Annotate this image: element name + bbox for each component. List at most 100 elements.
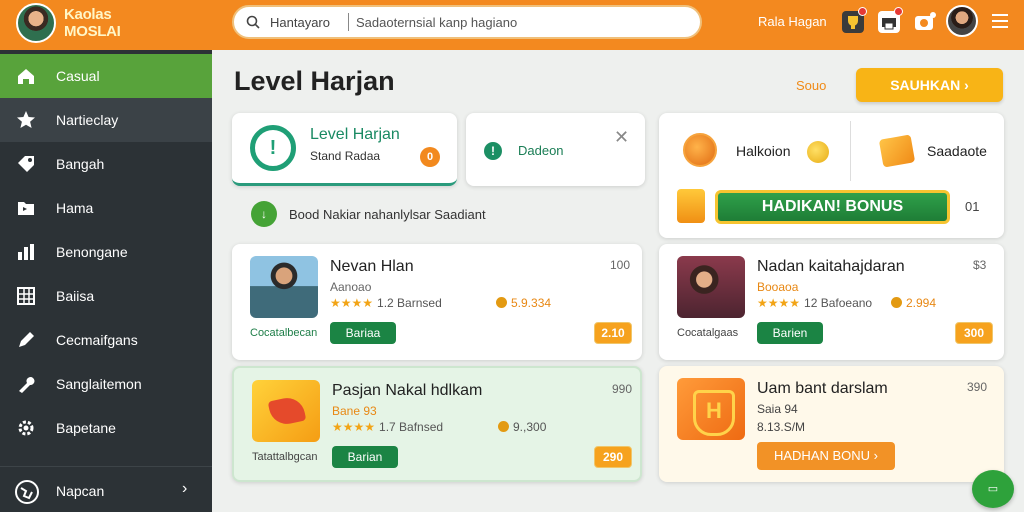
sidebar-item-label: Bapetane bbox=[56, 420, 116, 436]
level-badge: 0 bbox=[420, 147, 440, 167]
download-icon: ↓ bbox=[251, 201, 277, 227]
close-icon[interactable]: ✕ bbox=[614, 127, 629, 148]
level-subtitle: Stand Radaa bbox=[310, 149, 381, 163]
game-thumbnail bbox=[252, 380, 320, 442]
game-title: Pasjan Nakal hdlkam bbox=[332, 382, 483, 399]
home-icon bbox=[18, 69, 34, 84]
sidebar-item-7[interactable]: Cecmaifgans bbox=[0, 318, 212, 362]
search-query[interactable]: Hantayaro bbox=[270, 15, 330, 30]
sidebar-item-label: Hama bbox=[56, 200, 94, 216]
wrench-icon bbox=[19, 377, 35, 393]
game-card[interactable]: Nevan Hlan Aanoao ★★★★ 1.2 Barnsed 5.9.33… bbox=[232, 244, 642, 360]
game-caption: Tatattalbgcan bbox=[252, 451, 318, 463]
grid-icon bbox=[17, 287, 35, 305]
primary-button[interactable]: SAUHKAN › bbox=[856, 68, 1003, 102]
brand-avatar[interactable] bbox=[16, 3, 56, 43]
pencil-icon bbox=[19, 332, 34, 347]
globe-icon bbox=[15, 480, 39, 504]
game-subtitle: Saia 94 bbox=[757, 402, 798, 416]
sidebar-item-3[interactable]: Bangah bbox=[0, 142, 212, 186]
sidebar-item-label: Cecmaifgans bbox=[56, 332, 138, 348]
user-name[interactable]: Rala Hagan bbox=[758, 14, 827, 29]
search-icon bbox=[246, 15, 260, 29]
game-price: 5.9.334 bbox=[496, 296, 551, 310]
game-rating: ★★★★ 1.2 Barnsed bbox=[330, 296, 442, 310]
top-bar: Kaolas MOSLAI Hantayaro Sadaoternsial ka… bbox=[0, 0, 1024, 50]
play-button[interactable]: Barien bbox=[757, 322, 823, 344]
game-subtitle: Aanoao bbox=[330, 280, 372, 294]
game-card[interactable]: Nadan kaitahajdaran Booaoa ★★★★ 12 Bafoea… bbox=[659, 244, 1004, 360]
game-title: Nevan Hlan bbox=[330, 258, 414, 275]
game-card-highlighted[interactable]: Pasjan Nakal hdlkam Bane 93 ★★★★ 1.7 Bafn… bbox=[232, 366, 642, 482]
game-thumbnail bbox=[250, 256, 318, 318]
divider bbox=[850, 121, 851, 181]
play-button[interactable]: Bariaa bbox=[330, 322, 396, 344]
game-subtitle: Booaoa bbox=[757, 280, 799, 294]
trophy-icon[interactable] bbox=[840, 7, 867, 35]
tip-text: Dadeon bbox=[518, 143, 564, 158]
menu-icon[interactable] bbox=[992, 14, 1008, 28]
bonus-button[interactable]: HADHAN BONU › bbox=[757, 442, 895, 470]
bonus-card: Halkoion Saadaote HADIKAN! BONUS 01 bbox=[659, 113, 1004, 238]
camera-icon[interactable] bbox=[912, 9, 938, 35]
game-card[interactable]: Uam bant darslam Saia 94 8.13.S/M 390 HA… bbox=[659, 366, 1004, 482]
sort-link[interactable]: Souo bbox=[796, 78, 826, 93]
level-card[interactable]: Level Harjan Stand Radaa 0 bbox=[232, 113, 457, 186]
play-button[interactable]: Barian bbox=[332, 446, 398, 468]
search-divider bbox=[348, 13, 349, 31]
tag-icon bbox=[18, 156, 34, 172]
star-icon bbox=[17, 111, 35, 128]
user-avatar[interactable] bbox=[946, 5, 978, 37]
level-title: Level Harjan bbox=[310, 126, 400, 143]
sidebar-item-5[interactable]: Benongane bbox=[0, 230, 212, 274]
chat-fab-button[interactable]: ▭ bbox=[972, 470, 1014, 508]
search-placeholder[interactable]: Sadaoternsial kanp hagiano bbox=[356, 15, 517, 30]
sidebar-item-casual[interactable]: Casual bbox=[0, 54, 212, 98]
sidebar-item-label: Sanglaitemon bbox=[56, 376, 142, 392]
game-count: 100 bbox=[610, 258, 631, 272]
game-rating: ★★★★ 12 Bafoeano bbox=[757, 296, 873, 310]
brand-name[interactable]: Kaolas MOSLAI bbox=[64, 6, 144, 40]
game-title: Nadan kaitahajdaran bbox=[757, 258, 905, 275]
game-count: 990 bbox=[612, 382, 633, 396]
price-tag[interactable]: 290 bbox=[594, 446, 632, 468]
bonus-label-1: Halkoion bbox=[736, 143, 791, 159]
level-ring-icon bbox=[250, 125, 296, 171]
coin-icon bbox=[683, 133, 717, 167]
chart-icon bbox=[18, 244, 34, 260]
gear-icon bbox=[18, 420, 34, 436]
game-subtitle: Bane 93 bbox=[332, 404, 377, 418]
price-tag[interactable]: 2.10 bbox=[594, 322, 632, 344]
chevron-right-icon: › bbox=[182, 480, 188, 497]
sidebar-item-label: Nartieclay bbox=[56, 112, 119, 128]
sidebar-item-label: Casual bbox=[56, 68, 100, 84]
game-title: Uam bant darslam bbox=[757, 380, 888, 397]
price-tag[interactable]: 300 bbox=[955, 322, 993, 344]
game-thumbnail bbox=[677, 256, 745, 318]
notification-badge bbox=[894, 7, 903, 16]
gift-icon bbox=[677, 189, 705, 223]
search-bar[interactable]: Hantayaro Sadaoternsial kanp hagiano bbox=[232, 5, 702, 39]
game-price: 2.994 bbox=[891, 296, 936, 310]
game-caption: Cocatalbecan bbox=[250, 327, 318, 339]
folder-icon bbox=[18, 202, 34, 215]
treasure-chest-icon bbox=[878, 134, 916, 168]
bonus-button[interactable]: HADIKAN! BONUS bbox=[715, 190, 950, 224]
sidebar-item-6[interactable]: Baiisa bbox=[0, 274, 212, 318]
info-text: Bood Nakiar nahanlylsar Saadiant bbox=[289, 207, 486, 222]
info-icon: ! bbox=[484, 142, 502, 160]
gold-coin-icon bbox=[807, 141, 829, 163]
notification-badge bbox=[858, 7, 867, 16]
game-rating: ★★★★ 1.7 Bafnsed bbox=[332, 420, 444, 434]
sidebar-bottom-item[interactable]: Napcan › bbox=[0, 466, 212, 512]
tip-card[interactable]: ! Dadeon ✕ bbox=[466, 113, 645, 186]
sidebar-item-9[interactable]: Bapetane bbox=[0, 406, 212, 450]
printer-icon[interactable] bbox=[876, 7, 903, 35]
sidebar-item-8[interactable]: Sanglaitemon bbox=[0, 362, 212, 406]
sidebar-item-2[interactable]: Nartieclay bbox=[0, 98, 212, 142]
game-caption: Cocatalgaas bbox=[677, 327, 739, 339]
shield-icon bbox=[677, 378, 745, 440]
game-price: 9.,300 bbox=[498, 420, 546, 434]
sidebar-item-4[interactable]: Hama bbox=[0, 186, 212, 230]
game-count: 390 bbox=[967, 380, 988, 394]
